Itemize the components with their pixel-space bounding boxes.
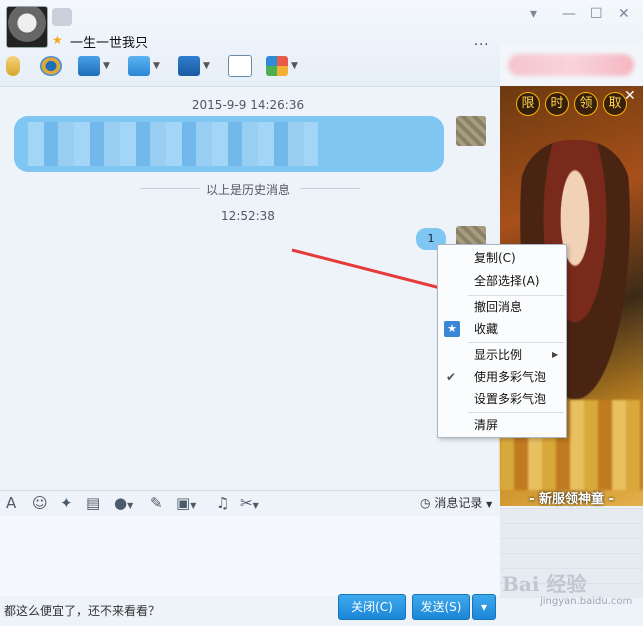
- close-button[interactable]: 关闭(C): [338, 594, 406, 620]
- timestamp: 12:52:38: [221, 209, 275, 223]
- ad-blurred-banner[interactable]: [508, 54, 634, 76]
- voice-call-button[interactable]: [6, 52, 20, 80]
- menu-item-label: 全部选择(A): [474, 274, 540, 288]
- divider: [300, 188, 360, 189]
- chevron-down-icon: ▼: [486, 500, 493, 509]
- clock-icon: ◷: [420, 496, 431, 510]
- image-icon[interactable]: ▣▼: [176, 494, 196, 512]
- message-plus-button[interactable]: [228, 52, 252, 80]
- scissors-icon[interactable]: ✂▼: [240, 494, 259, 512]
- submenu-arrow-icon: ▶: [552, 350, 559, 359]
- message-input[interactable]: [0, 516, 500, 596]
- menu-item-clear-screen[interactable]: 清屏: [438, 414, 566, 436]
- send-button[interactable]: 发送(S): [412, 594, 470, 620]
- video-call-button[interactable]: [40, 52, 62, 80]
- menu-separator: [468, 412, 564, 413]
- watermark-url: jingyan.baidu.com: [540, 596, 633, 607]
- watermark-brand: Bai 经验: [502, 572, 587, 596]
- send-file-button[interactable]: ▼: [128, 52, 160, 80]
- screen-capture-button[interactable]: ▼: [178, 52, 210, 80]
- chat-avatar[interactable]: [456, 116, 486, 146]
- menu-item-label: 设置多彩气泡: [474, 392, 547, 406]
- font-icon[interactable]: A: [6, 494, 16, 512]
- menu-item-favorite[interactable]: ★ 收藏: [438, 318, 566, 340]
- chevron-down-icon: ▼: [103, 61, 110, 71]
- star-icon: ★: [52, 33, 63, 47]
- ad-caption: - 新服领神童 -: [529, 492, 614, 507]
- menu-item-select-all[interactable]: 全部选择(A): [438, 270, 566, 292]
- contact-avatar[interactable]: [6, 6, 48, 48]
- message-history-button[interactable]: ◷ 消息记录 ▼: [420, 494, 492, 511]
- chevron-down-icon: ▾: [480, 600, 488, 614]
- chat-add-icon: [228, 55, 252, 77]
- menu-item-label: 使用多彩气泡: [474, 370, 547, 384]
- favorite-star-icon: ★: [444, 321, 460, 337]
- blurred-message-content: [28, 122, 318, 166]
- close-window-icon[interactable]: ✕: [618, 6, 630, 22]
- music-icon[interactable]: ♫: [216, 494, 229, 512]
- emoji-icon[interactable]: ☺: [32, 494, 48, 512]
- ad-text-link[interactable]: 都这么便宜了，还不来看看？: [4, 602, 160, 619]
- remote-desktop-button[interactable]: ▼: [78, 52, 110, 80]
- menu-item-use-colorful-bubble[interactable]: ✔ 使用多彩气泡: [438, 366, 566, 388]
- ad-chip: 领: [574, 92, 598, 116]
- edit-icon[interactable]: ✎: [150, 494, 163, 512]
- more-options-button[interactable]: ...: [474, 34, 489, 49]
- ad-chip: 限: [516, 92, 540, 116]
- history-divider-label: 以上是历史消息: [205, 183, 290, 197]
- chevron-down-icon: ▼: [153, 61, 160, 71]
- baidu-jingyan-watermark: Bai 经验: [494, 560, 643, 626]
- poke-icon[interactable]: ✦: [60, 494, 73, 512]
- minimize-icon[interactable]: —: [562, 6, 576, 22]
- screen-share-icon: [78, 56, 100, 76]
- send-options-button[interactable]: ▾: [472, 594, 496, 620]
- menu-item-copy[interactable]: 复制(C): [438, 247, 566, 269]
- dropdown-icon[interactable]: ▾: [530, 6, 537, 22]
- menu-item-label: 复制(C): [474, 251, 516, 265]
- menu-item-label: 撤回消息: [474, 300, 523, 314]
- checkmark-icon: ✔: [446, 370, 457, 384]
- microphone-icon: [6, 56, 20, 76]
- chevron-down-icon: ▼: [291, 61, 298, 71]
- ad-chip: 时: [545, 92, 569, 116]
- ad-close-icon[interactable]: ✕: [624, 88, 636, 104]
- menu-item-label: 收藏: [474, 322, 499, 336]
- folder-icon: [128, 56, 150, 76]
- menu-item-set-colorful-bubble[interactable]: 设置多彩气泡: [438, 388, 566, 410]
- timestamp: 2015-9-9 14:26:36: [191, 98, 305, 112]
- contact-name[interactable]: 一生一世我只: [70, 32, 148, 51]
- video-message-icon[interactable]: ▤: [86, 494, 100, 512]
- apps-button[interactable]: ▼: [266, 52, 298, 80]
- voice-message-icon[interactable]: ●▼: [114, 494, 133, 512]
- context-menu: 复制(C) 全部选择(A) 撤回消息 ★ 收藏 显示比例 ▶ ✔ 使用多彩气泡 …: [437, 244, 567, 438]
- maximize-icon[interactable]: ☐: [590, 6, 603, 22]
- chevron-down-icon: ▼: [203, 61, 210, 71]
- camera-icon: [40, 56, 62, 76]
- menu-item-recall[interactable]: 撤回消息: [438, 296, 566, 318]
- menu-item-label: 显示比例: [474, 348, 523, 362]
- message-bubble-received[interactable]: [14, 116, 444, 172]
- apps-grid-icon: [266, 56, 288, 76]
- contact-status-icon: [52, 8, 72, 26]
- menu-item-label: 清屏: [474, 418, 499, 432]
- menu-item-zoom[interactable]: 显示比例 ▶: [438, 344, 566, 366]
- message-history-label: 消息记录: [434, 496, 483, 510]
- menu-separator: [468, 342, 564, 343]
- monitor-icon: [178, 56, 200, 76]
